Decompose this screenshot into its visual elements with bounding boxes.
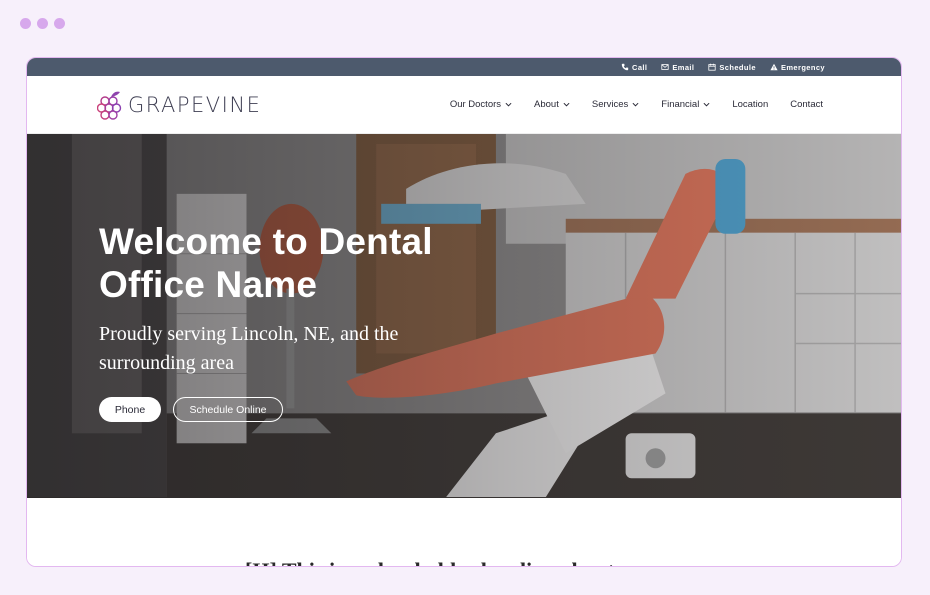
section-heading: [H] This is a placeholder heading about — [245, 558, 615, 566]
email-icon — [661, 64, 669, 70]
phone-icon — [621, 63, 629, 71]
nav-location[interactable]: Location — [732, 99, 768, 110]
email-label: Email — [672, 62, 695, 72]
chevron-down-icon — [505, 102, 512, 107]
chevron-down-icon — [563, 102, 570, 107]
nav-label: Our Doctors — [449, 99, 502, 110]
nav-about[interactable]: About — [534, 99, 570, 110]
nav-financial[interactable]: Financial — [661, 99, 710, 110]
content-section: [H] This is a placeholder heading about — [27, 498, 901, 566]
nav-label: About — [534, 99, 559, 110]
hero-subtitle: Proudly serving Lincoln, NE, and the sur… — [99, 323, 399, 374]
schedule-link[interactable]: Schedule — [708, 63, 756, 72]
nav-label: Financial — [661, 99, 700, 110]
window-dot — [37, 18, 48, 29]
calendar-icon — [708, 63, 717, 71]
nav-menu: Our Doctors About Services Financial Loc… — [450, 99, 823, 110]
schedule-online-button[interactable]: Schedule Online — [173, 397, 283, 422]
nav-label: Services — [591, 99, 629, 110]
emergency-label: Emergency — [780, 62, 825, 72]
chevron-down-icon — [703, 102, 710, 107]
hero-title: Welcome to Dental Office Name — [99, 221, 433, 305]
window-dots — [20, 18, 65, 29]
window-dot — [20, 18, 31, 29]
emergency-link[interactable]: Emergency — [770, 63, 825, 72]
hero-banner: Welcome to Dental Office Name Proudly se… — [27, 134, 901, 498]
logo-text: GRAPEVINE — [128, 92, 262, 117]
website-frame: Call Email Schedule Emergency GRAPEVINE … — [26, 57, 902, 567]
email-link[interactable]: Email — [661, 63, 694, 72]
hero-content: Welcome to Dental Office Name Proudly se… — [99, 220, 499, 422]
call-label: Call — [632, 62, 648, 72]
grape-logo-icon — [97, 91, 122, 120]
warning-icon — [770, 63, 778, 71]
hero-buttons: Phone Schedule Online — [99, 397, 499, 422]
main-navbar: GRAPEVINE Our Doctors About Services Fin… — [27, 76, 901, 134]
window-dot — [54, 18, 65, 29]
nav-services[interactable]: Services — [592, 99, 639, 110]
nav-label: Location — [732, 99, 769, 110]
site-logo[interactable]: GRAPEVINE — [97, 89, 261, 121]
utility-bar: Call Email Schedule Emergency — [27, 58, 901, 76]
nav-contact[interactable]: Contact — [790, 99, 823, 110]
schedule-label: Schedule — [719, 62, 756, 72]
chevron-down-icon — [632, 102, 639, 107]
nav-our-doctors[interactable]: Our Doctors — [450, 99, 512, 110]
phone-button[interactable]: Phone — [99, 397, 161, 422]
nav-label: Contact — [790, 99, 823, 110]
call-link[interactable]: Call — [621, 63, 647, 72]
